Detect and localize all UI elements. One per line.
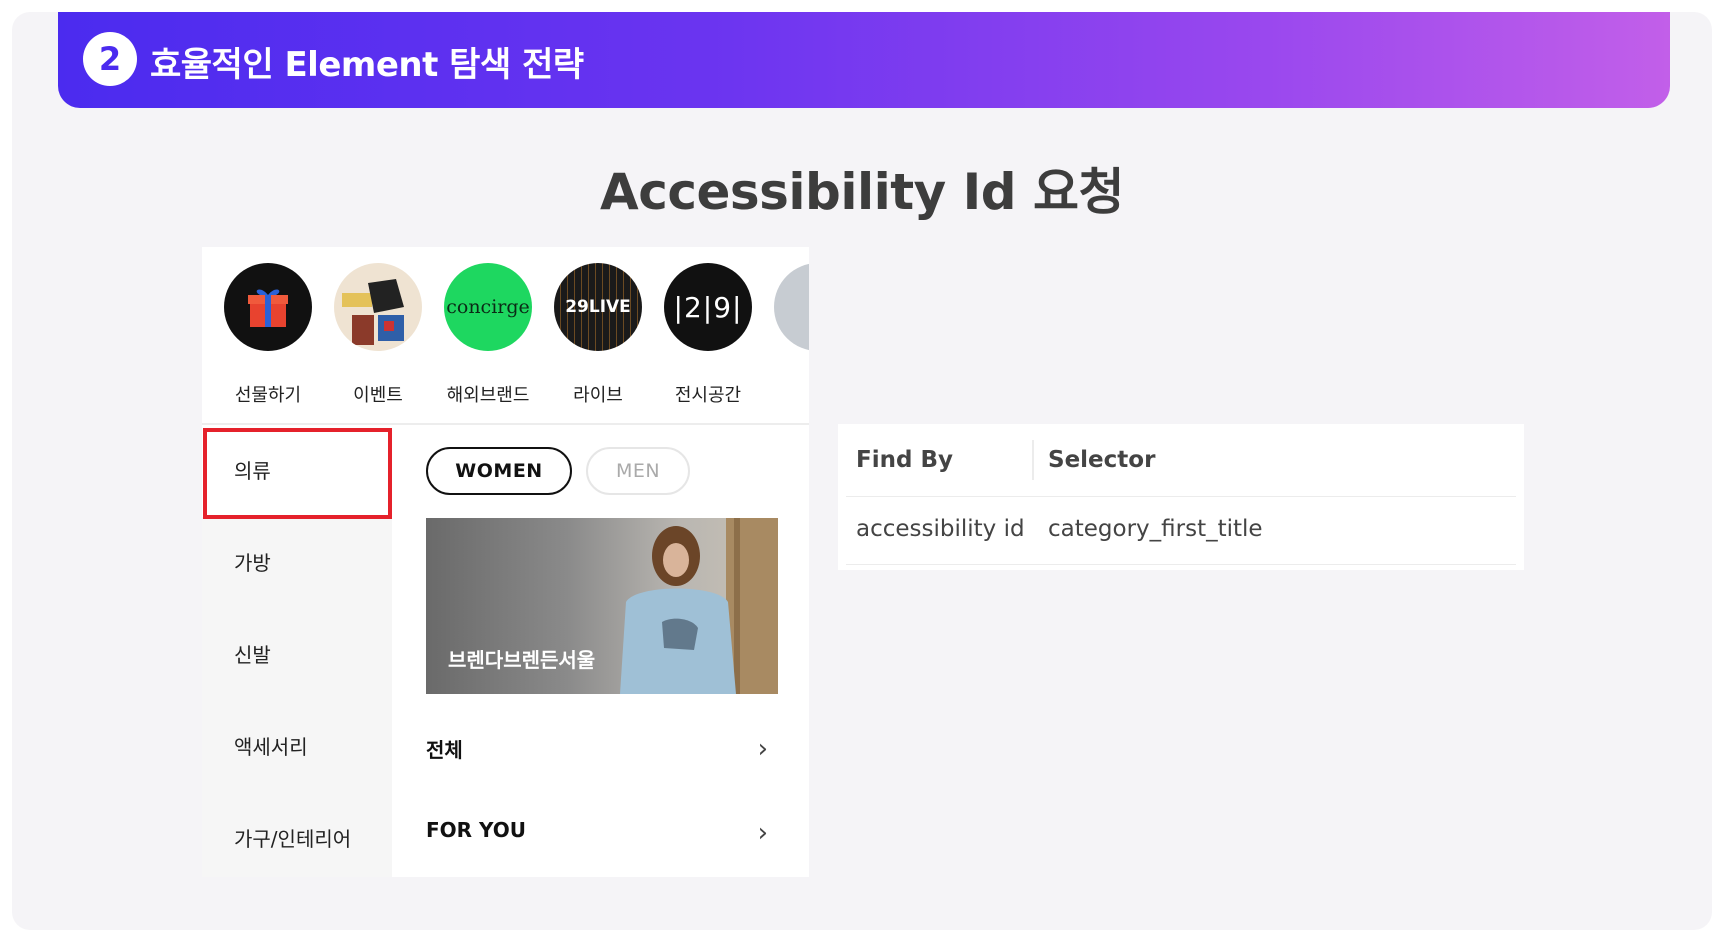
- category-label: 액세서리: [234, 735, 308, 759]
- category-label: 가구/인테리어: [234, 827, 352, 851]
- category-item-clothing[interactable]: 의류: [202, 425, 392, 517]
- slide-title: Accessibility Id 요청: [600, 163, 1124, 221]
- link-label: FOR YOU: [426, 818, 527, 842]
- story-gift[interactable]: 선물하기: [212, 263, 312, 413]
- story-label: 이벤트: [353, 385, 403, 406]
- tab-men[interactable]: MEN: [586, 447, 690, 495]
- tab-women[interactable]: WOMEN: [426, 447, 572, 495]
- selector-table: Find By Selector accessibility id catego…: [838, 424, 1524, 570]
- category-item-shoes[interactable]: 신발: [202, 609, 392, 701]
- story-label: 라이브: [573, 385, 623, 406]
- story-partial[interactable]: [762, 263, 809, 413]
- story-label: 해외브랜드: [446, 385, 530, 406]
- story-exhibition[interactable]: |2|9| 전시공간: [652, 263, 752, 413]
- category-item-bags[interactable]: 가방: [202, 517, 392, 609]
- category-label: 가방: [234, 551, 271, 575]
- event-icon: [334, 263, 422, 351]
- story-label: 선물하기: [234, 385, 302, 406]
- section-number-badge: 2: [83, 32, 137, 86]
- table-header-find-by: Find By: [856, 447, 953, 473]
- story-live[interactable]: 29LIVE 라이브: [542, 263, 642, 413]
- link-all[interactable]: 전체 ›: [426, 734, 778, 774]
- concierge-logo: concirge: [444, 263, 532, 351]
- brand-banner-image[interactable]: 브렌다브렌든서울: [426, 518, 778, 694]
- table-divider: [846, 564, 1516, 565]
- category-item-furniture[interactable]: 가구/인테리어: [202, 793, 392, 877]
- table-cell-selector: category_first_title: [1048, 516, 1263, 542]
- live-logo: 29LIVE: [554, 263, 642, 351]
- link-label: 전체: [426, 738, 463, 762]
- gift-icon: [224, 263, 312, 351]
- table-cell-find-by: accessibility id: [856, 516, 1025, 542]
- banner-caption: 브렌다브렌든서울: [448, 648, 596, 672]
- exhibition-logo: |2|9|: [664, 263, 752, 351]
- table-divider: [1032, 440, 1034, 480]
- story-overseas-brand[interactable]: concirge 해외브랜드: [432, 263, 532, 413]
- story-event[interactable]: 이벤트: [322, 263, 422, 413]
- category-list: 의류 가방 신발 액세서리 가구/인테리어: [202, 425, 392, 877]
- category-label: 의류: [234, 459, 271, 483]
- category-item-accessories[interactable]: 액세서리: [202, 701, 392, 793]
- partial-story-icon: [774, 263, 809, 351]
- category-label: 신발: [234, 643, 271, 667]
- story-row: 선물하기 이벤트 concirge 해외브랜드 29LIVE 라이브 |2|9|…: [202, 247, 809, 425]
- link-for-you[interactable]: FOR YOU ›: [426, 818, 778, 858]
- chevron-right-icon: ›: [757, 818, 768, 848]
- chevron-right-icon: ›: [757, 734, 768, 764]
- story-label: 전시공간: [674, 385, 742, 406]
- table-header-selector: Selector: [1048, 447, 1156, 473]
- table-divider: [846, 496, 1516, 497]
- section-title: 효율적인 Element 탐색 전략: [150, 45, 584, 85]
